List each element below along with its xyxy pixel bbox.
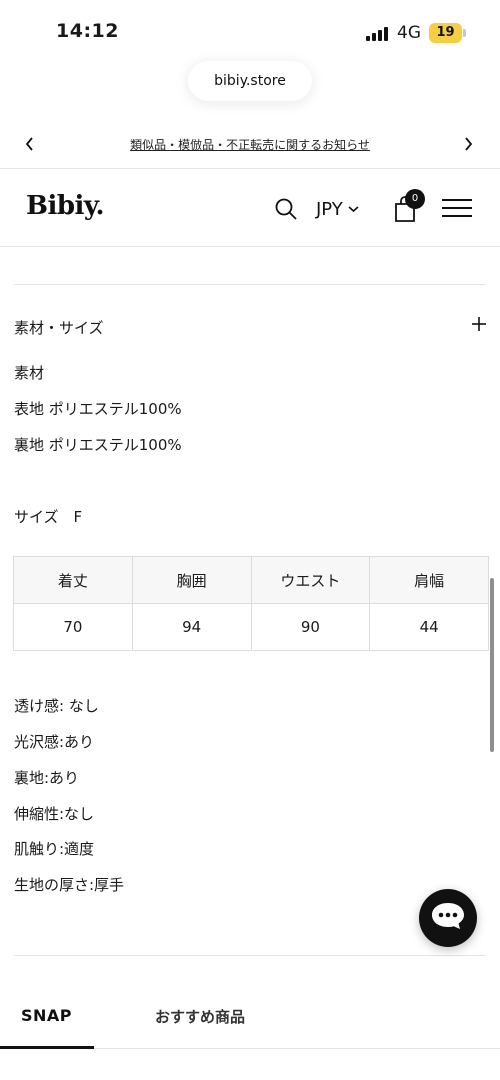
property-line: 光沢感:あり <box>14 733 95 751</box>
table-header-cell: ウエスト <box>250 556 371 604</box>
site-header: Bibiy. JPY 0 <box>0 169 500 247</box>
divider <box>14 284 486 285</box>
currency-selector[interactable]: JPY <box>316 197 359 221</box>
plus-icon[interactable] <box>468 313 490 335</box>
table-row: 70 94 90 44 <box>13 603 489 651</box>
chat-button[interactable] <box>419 889 477 947</box>
product-tabs: SNAP おすすめ商品 <box>0 990 500 1050</box>
chevron-down-icon <box>348 206 359 213</box>
property-line: 伸縮性:なし <box>14 805 95 823</box>
size-table: 着丈 胸囲 ウエスト 肩幅 70 94 90 44 <box>13 556 489 651</box>
table-header-cell: 着丈 <box>13 556 133 604</box>
material-line: 表地 ポリエステル100% <box>14 400 182 418</box>
tab-recommended[interactable]: おすすめ商品 <box>155 1006 245 1027</box>
size-label: サイズ F <box>14 508 83 526</box>
chevron-right-icon[interactable] <box>458 132 478 156</box>
table-cell: 90 <box>250 603 371 651</box>
chat-bubble-icon <box>432 903 464 929</box>
accordion-title[interactable]: 素材・サイズ <box>14 317 104 338</box>
status-time: 14:12 <box>56 20 119 42</box>
property-line: 透け感: なし <box>14 697 99 715</box>
battery-icon: 19 <box>429 23 462 43</box>
status-bar: 14:12 4G 19 <box>0 0 500 60</box>
table-cell: 94 <box>131 603 252 651</box>
table-header-row: 着丈 胸囲 ウエスト 肩幅 <box>13 556 489 604</box>
property-line: 生地の厚さ:厚手 <box>14 876 125 894</box>
table-header-cell: 肩幅 <box>369 556 489 604</box>
table-header-cell: 胸囲 <box>131 556 252 604</box>
table-cell: 70 <box>13 603 133 651</box>
announcement-bar: 類似品・模倣品・不正転売に関するお知らせ <box>0 122 500 166</box>
tab-snap[interactable]: SNAP <box>21 1006 72 1025</box>
material-heading: 素材 <box>14 364 45 382</box>
property-line: 肌触り:適度 <box>14 840 95 858</box>
active-tab-indicator <box>0 1046 94 1049</box>
cart-count-badge: 0 <box>405 189 425 209</box>
hamburger-menu-icon[interactable] <box>442 199 472 217</box>
announcement-link[interactable]: 類似品・模倣品・不正転売に関するお知らせ <box>0 136 500 153</box>
divider <box>14 955 486 956</box>
search-icon[interactable] <box>274 197 298 221</box>
currency-label: JPY <box>316 198 343 220</box>
material-line: 裏地 ポリエステル100% <box>14 436 182 454</box>
battery-cap <box>463 29 466 37</box>
signal-icon <box>366 27 388 41</box>
divider <box>0 246 500 247</box>
network-type: 4G <box>397 23 421 43</box>
site-logo[interactable]: Bibiy. <box>26 191 105 221</box>
property-line: 裏地:あり <box>14 769 80 787</box>
scrollbar[interactable] <box>490 578 494 752</box>
table-cell: 44 <box>369 603 489 651</box>
url-bar[interactable]: bibiy.store <box>188 61 312 101</box>
